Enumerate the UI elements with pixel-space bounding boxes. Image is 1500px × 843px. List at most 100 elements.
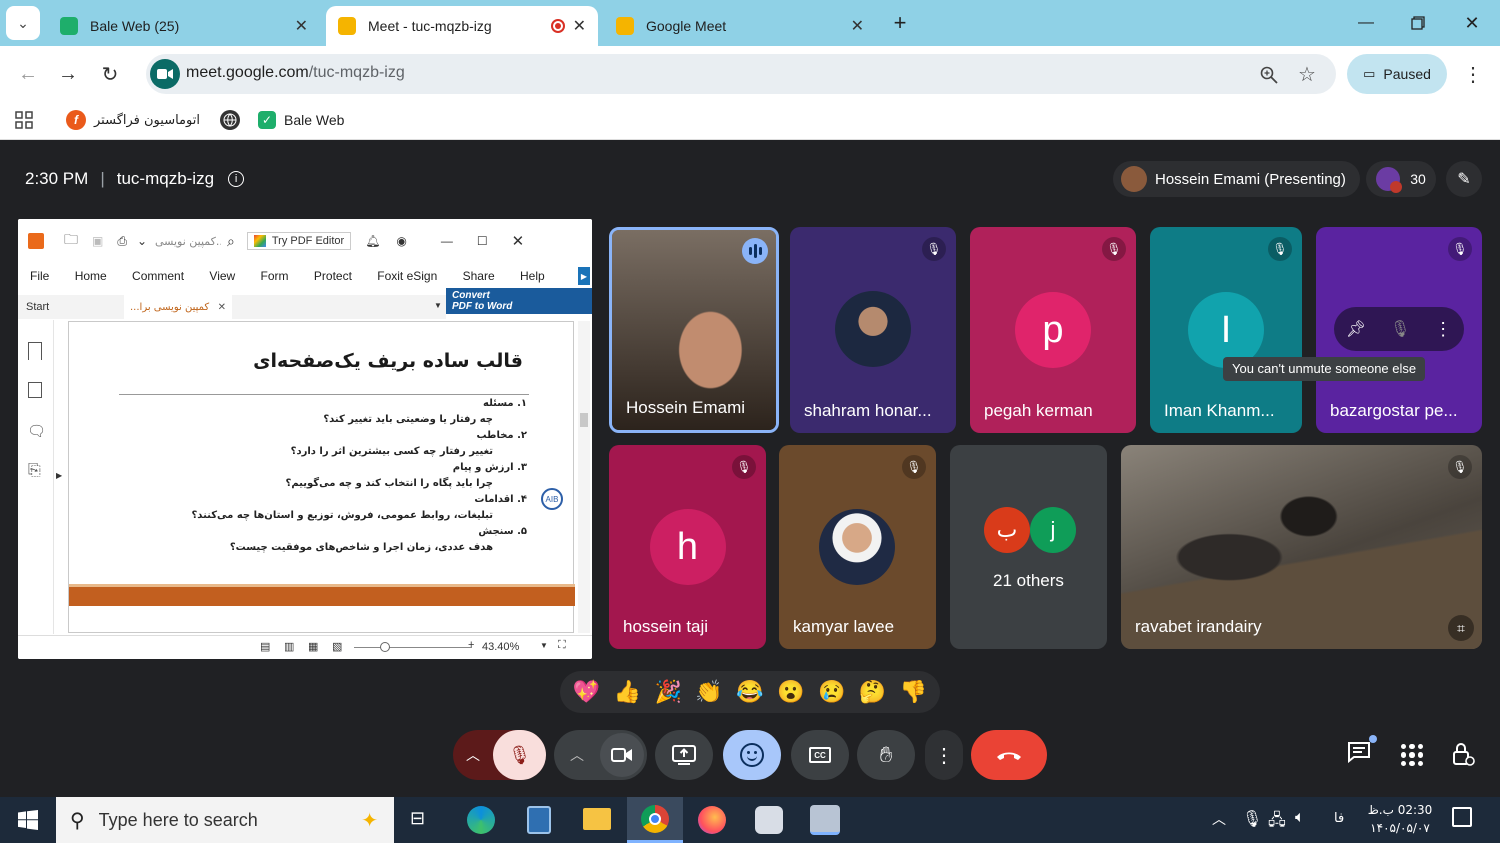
- present-button[interactable]: [655, 730, 713, 780]
- volume-icon[interactable]: 🔈︎: [1295, 809, 1305, 827]
- show-hidden-icons[interactable]: ︿: [1212, 809, 1226, 829]
- reload-icon[interactable]: ↻: [96, 60, 124, 88]
- menu-share[interactable]: Share: [463, 269, 495, 283]
- participants-button[interactable]: 30: [1366, 161, 1436, 197]
- save-icon[interactable]: ▣: [92, 234, 103, 248]
- menu-comment[interactable]: Comment: [132, 269, 184, 283]
- audio-options-chevron-icon[interactable]: ︿: [453, 745, 493, 765]
- network-icon[interactable]: 🖧︎: [1268, 809, 1286, 836]
- vertical-scrollbar[interactable]: [578, 321, 590, 633]
- reaction-thumbs-down[interactable]: 👎: [896, 679, 930, 705]
- minimize-icon[interactable]: —: [1346, 8, 1386, 38]
- input-language[interactable]: فا: [1334, 811, 1344, 826]
- calculator-app-icon[interactable]: [527, 806, 551, 834]
- reaction-party[interactable]: 🎉: [651, 679, 685, 705]
- tab-google-meet[interactable]: Google Meet ✕: [604, 6, 876, 46]
- tab-list-dropdown-icon[interactable]: ▼: [434, 301, 442, 310]
- search-text[interactable]: کمپین نویسی...: [155, 235, 221, 248]
- info-icon[interactable]: i: [228, 171, 245, 187]
- address-bar[interactable]: meet.google.com/tuc-mqzb-izg ☆: [146, 54, 1336, 94]
- presenter-chip[interactable]: Hossein Emami (Presenting): [1113, 161, 1360, 197]
- zoom-dropdown-icon[interactable]: ▼: [540, 641, 548, 650]
- forward-icon[interactable]: →: [54, 60, 82, 88]
- print-icon[interactable]: ⎙: [117, 234, 127, 249]
- tab-bale-web[interactable]: Bale Web (25) ✕: [48, 6, 320, 46]
- menu-foxit-esign[interactable]: Foxit eSign: [377, 269, 437, 283]
- menu-help[interactable]: Help: [520, 269, 545, 283]
- convert-to-word-banner[interactable]: Convert PDF to Word: [446, 288, 592, 314]
- chrome-app-icon[interactable]: [627, 797, 683, 843]
- profile-paused-button[interactable]: ▭ Paused: [1347, 54, 1447, 94]
- bell-icon[interactable]: 🔔︎: [365, 234, 380, 248]
- app-icon[interactable]: [810, 805, 840, 835]
- fullscreen-icon[interactable]: ⛶: [558, 639, 566, 652]
- tab-start[interactable]: Start: [26, 301, 49, 313]
- reaction-thumbs-up[interactable]: 👍: [610, 679, 644, 705]
- file-explorer-app-icon[interactable]: [583, 808, 611, 830]
- participant-tile[interactable]: 🎙︎ h hossein taji: [609, 445, 766, 649]
- clock[interactable]: 02:30 ب.ظ ۱۴۰۵/۰۵/۰۷: [1362, 801, 1438, 837]
- minimize-icon[interactable]: —: [441, 234, 453, 248]
- reaction-heart[interactable]: 💖: [569, 679, 603, 705]
- leave-call-button[interactable]: [971, 730, 1047, 780]
- participant-tile[interactable]: 🎙︎ kamyar lavee: [779, 445, 936, 649]
- microphone-tray-icon[interactable]: 🎙︎: [1242, 809, 1262, 829]
- account-icon[interactable]: ◉: [396, 234, 406, 248]
- ribbon-scroll-arrow-icon[interactable]: ▶: [578, 267, 590, 285]
- more-options-icon[interactable]: ⋮: [1434, 319, 1452, 340]
- search-icon[interactable]: ⌕: [227, 233, 235, 250]
- close-icon[interactable]: ✕: [295, 16, 308, 36]
- pin-icon[interactable]: 📌︎: [1346, 319, 1366, 339]
- chat-icon[interactable]: [1347, 735, 1377, 767]
- reaction-clap[interactable]: 👏: [692, 679, 726, 705]
- video-options-chevron-icon[interactable]: ︿: [554, 745, 600, 765]
- notifications-icon[interactable]: [1452, 807, 1472, 827]
- participant-tile[interactable]: 🎙︎ p pegah kerman: [970, 227, 1136, 433]
- tab-doc[interactable]: ...کمپین نویسی برا ✕: [124, 295, 232, 319]
- firefox-app-icon[interactable]: [698, 806, 726, 834]
- sidebar-expand-icon[interactable]: ▶: [56, 471, 62, 480]
- bookmark-star-icon[interactable]: ☆: [1294, 60, 1320, 88]
- edit-pen-icon[interactable]: ✎: [1446, 161, 1482, 197]
- more-options-button[interactable]: ⋮: [925, 730, 963, 780]
- close-icon[interactable]: ✕: [218, 302, 226, 313]
- close-icon[interactable]: ✕: [512, 232, 525, 250]
- menu-file[interactable]: File: [30, 269, 49, 283]
- others-tile[interactable]: ب j 21 others: [950, 445, 1107, 649]
- apps-grid-icon[interactable]: [12, 108, 36, 132]
- restore-icon[interactable]: [1398, 8, 1438, 38]
- globe-icon[interactable]: [220, 110, 240, 130]
- back-icon[interactable]: ←: [14, 60, 42, 88]
- try-pdf-editor-button[interactable]: Try PDF Editor: [246, 232, 352, 250]
- participant-tile[interactable]: 🎙︎ I Iman Khanm...: [1150, 227, 1302, 433]
- tab-meet-active[interactable]: Meet - tuc-mqzb-izg ✕: [326, 6, 598, 46]
- participant-tile[interactable]: 🎙︎ shahram honar...: [790, 227, 956, 433]
- zoom-value[interactable]: 43.40%: [482, 641, 519, 653]
- facing-icon[interactable]: ▦: [308, 640, 318, 653]
- single-page-icon[interactable]: ▤: [260, 640, 270, 653]
- more-menu-icon[interactable]: ⋮: [1460, 60, 1486, 88]
- open-folder-icon[interactable]: 🗀: [64, 229, 78, 253]
- reactions-button[interactable]: [723, 730, 781, 780]
- menu-protect[interactable]: Protect: [314, 269, 352, 283]
- captions-button[interactable]: CC: [791, 730, 849, 780]
- cover-icon[interactable]: ▧: [332, 640, 342, 653]
- reaction-laugh[interactable]: 😂: [733, 679, 767, 705]
- reaction-sad[interactable]: 😢: [815, 679, 849, 705]
- bookmark-item[interactable]: f اتوماسیون فراگستر: [66, 108, 200, 132]
- app-icon[interactable]: [755, 806, 783, 834]
- new-tab-icon[interactable]: +: [886, 8, 914, 38]
- participant-tile[interactable]: 🎙︎ 📌︎ 🎙︎ ⋮ bazargostar pe...: [1316, 227, 1482, 433]
- close-icon[interactable]: ✕: [573, 16, 586, 36]
- menu-home[interactable]: Home: [75, 269, 107, 283]
- pages-panel-icon[interactable]: [28, 382, 42, 398]
- reaction-thinking[interactable]: 🤔: [856, 679, 890, 705]
- camera-button[interactable]: [600, 733, 644, 777]
- bookmark-panel-icon[interactable]: [28, 342, 42, 360]
- continuous-icon[interactable]: ▥: [284, 640, 294, 653]
- attachments-panel-icon[interactable]: ⎘: [28, 462, 41, 480]
- bookmark-item[interactable]: ✓ Bale Web: [258, 108, 344, 132]
- taskbar-search[interactable]: ⚲ Type here to search ✦: [56, 797, 394, 843]
- site-info-icon[interactable]: [150, 59, 180, 89]
- start-button[interactable]: [0, 797, 56, 843]
